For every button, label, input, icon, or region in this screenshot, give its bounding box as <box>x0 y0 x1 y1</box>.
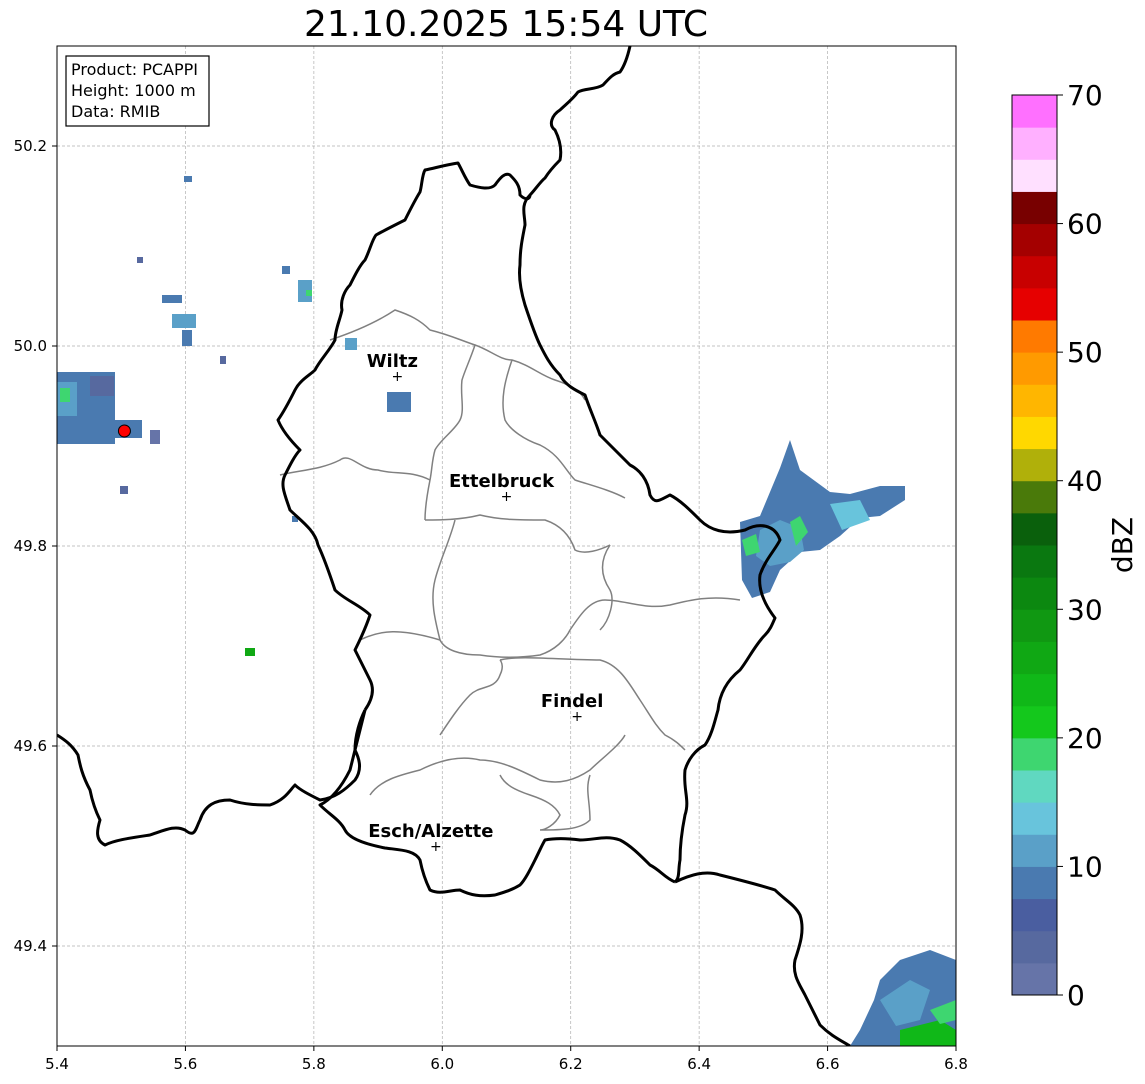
colorbar-segment <box>1012 577 1057 610</box>
colorbar-label: dBZ <box>1106 517 1139 573</box>
colorbar-segment <box>1012 159 1057 192</box>
x-tick-label: 6.4 <box>687 1055 711 1073</box>
colorbar-segment <box>1012 673 1057 707</box>
y-tick-label: 50.2 <box>14 137 47 155</box>
colorbar-segment <box>1012 898 1057 932</box>
y-tick-label: 50.0 <box>14 337 47 355</box>
colorbar-segment <box>1012 962 1057 996</box>
colorbar-segment <box>1012 255 1057 289</box>
y-tick-label: 49.6 <box>14 737 47 755</box>
colorbar-segment <box>1012 448 1057 482</box>
colorbar-segment <box>1012 545 1057 578</box>
x-tick-label: 6.0 <box>430 1055 454 1073</box>
colorbar-segment <box>1012 512 1057 546</box>
x-tick-label: 5.6 <box>173 1055 197 1073</box>
colorbar-segment <box>1012 95 1057 128</box>
x-tick-label: 6.8 <box>944 1055 968 1073</box>
radar-map-figure: +Wiltz+Ettelbruck+Findel+Esch/Alzette Pr… <box>14 45 1139 1073</box>
city-label: Ettelbruck <box>449 471 555 492</box>
radar-site-marker <box>117 424 131 438</box>
colorbar-tick-label: 40 <box>1067 465 1103 498</box>
x-tick-label: 5.8 <box>302 1055 326 1073</box>
colorbar: 0 10 20 30 40 50 60 70 dBZ <box>1011 79 1139 1012</box>
y-tick-label: 49.4 <box>14 937 47 955</box>
colorbar-segment <box>1012 127 1057 160</box>
info-box: Product: PCAPPI Height: 1000 m Data: RMI… <box>65 55 210 127</box>
x-tick-label: 6.2 <box>559 1055 583 1073</box>
colorbar-segment <box>1012 641 1057 675</box>
colorbar-segment <box>1012 866 1057 900</box>
colorbar-tick-label: 60 <box>1067 208 1103 241</box>
colorbar-segment <box>1012 287 1057 321</box>
colorbar-segments <box>1012 95 1057 996</box>
colorbar-segment <box>1012 320 1057 353</box>
map-panel: +Wiltz+Ettelbruck+Findel+Esch/Alzette Pr… <box>14 45 968 1073</box>
colorbar-segment <box>1012 416 1057 450</box>
colorbar-ticks: 0 10 20 30 40 50 60 70 <box>1057 79 1103 1012</box>
colorbar-tick-label: 10 <box>1067 850 1103 883</box>
colorbar-segment <box>1012 770 1057 803</box>
colorbar-segment <box>1012 191 1057 225</box>
colorbar-tick-label: 0 <box>1067 979 1085 1012</box>
city-label: Wiltz <box>367 351 418 372</box>
city-label: Findel <box>541 691 604 712</box>
colorbar-segment <box>1012 802 1057 835</box>
x-tick-label: 5.4 <box>45 1055 69 1073</box>
city-label: Esch/Alzette <box>368 821 493 842</box>
colorbar-segment <box>1012 384 1057 417</box>
colorbar-segment <box>1012 737 1057 771</box>
colorbar-segment <box>1012 930 1057 964</box>
colorbar-tick-label: 30 <box>1067 593 1103 626</box>
x-tick-label: 6.6 <box>816 1055 840 1073</box>
colorbar-segment <box>1012 705 1057 739</box>
colorbar-tick-label: 70 <box>1067 79 1103 112</box>
info-height: Height: 1000 m <box>71 81 196 100</box>
colorbar-segment <box>1012 834 1057 867</box>
colorbar-segment <box>1012 223 1057 257</box>
info-data-source: Data: RMIB <box>71 102 160 121</box>
colorbar-segment <box>1012 609 1057 642</box>
info-product: Product: PCAPPI <box>71 60 198 79</box>
colorbar-segment <box>1012 480 1057 514</box>
y-tick-label: 49.8 <box>14 537 47 555</box>
colorbar-tick-label: 20 <box>1067 722 1103 755</box>
colorbar-tick-label: 50 <box>1067 336 1103 369</box>
colorbar-segment <box>1012 352 1057 385</box>
